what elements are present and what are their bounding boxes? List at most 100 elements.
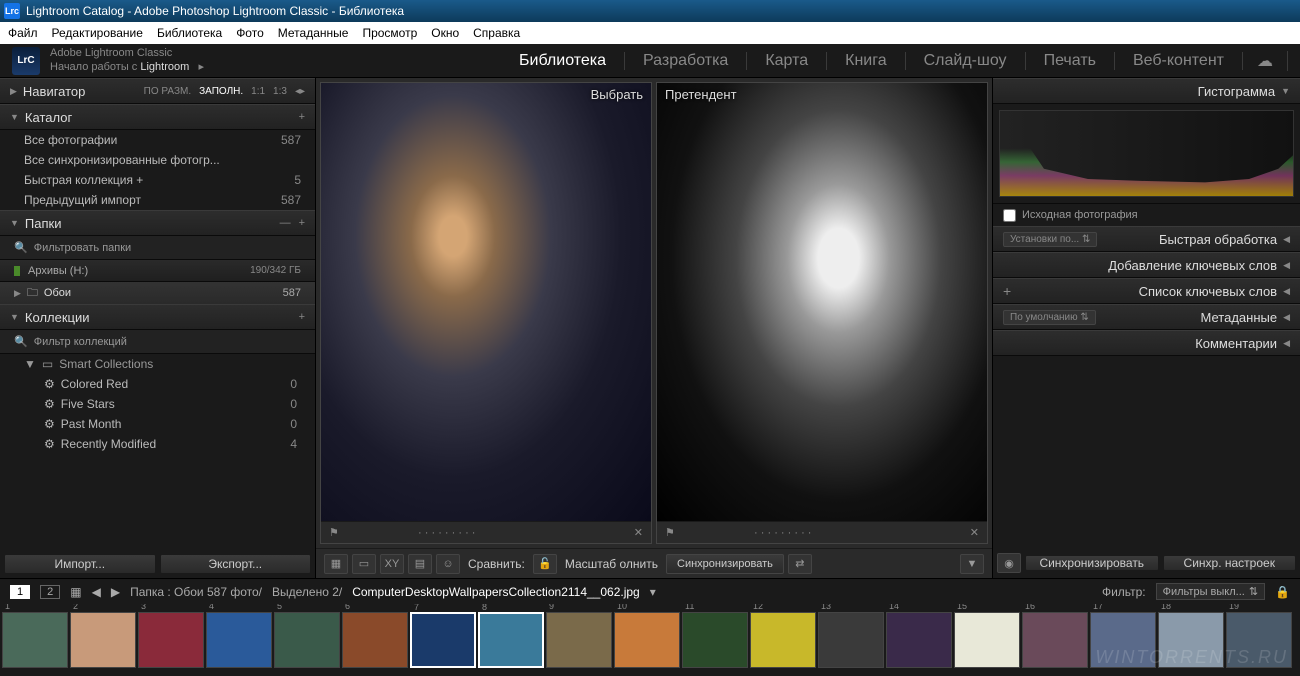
module-picker: Библиотека Разработка Карта Книга Слайд-… (501, 51, 1288, 71)
plus-icon[interactable]: + (299, 311, 305, 323)
filmstrip-thumb[interactable]: 14 (886, 612, 952, 668)
metadata-preset-dropdown[interactable]: По умолчанию ⇅ (1003, 310, 1096, 325)
filmstrip-thumb[interactable]: 6 (342, 612, 408, 668)
module-slideshow[interactable]: Слайд-шоу (906, 52, 1026, 70)
drive-row[interactable]: Архивы (H:)190/342 ГБ (0, 260, 315, 282)
menu-metadata[interactable]: Метаданные (278, 26, 349, 40)
menu-photo[interactable]: Фото (236, 26, 264, 40)
loupe-view-icon[interactable]: ▭ (352, 554, 376, 574)
plus-icon[interactable]: + (1003, 283, 1011, 299)
module-develop[interactable]: Разработка (625, 52, 747, 70)
filmstrip-thumb[interactable]: 5 (274, 612, 340, 668)
candidate-photo-frame[interactable]: Претендент ⚑· · · · · · · · ·✕ (656, 82, 988, 544)
sync-button[interactable]: Синхронизировать (1025, 555, 1159, 571)
toolbar-menu-icon[interactable]: ▼ (960, 554, 984, 574)
gear-icon: ⚙ (44, 377, 55, 391)
menu-library[interactable]: Библиотека (157, 26, 222, 40)
cloud-sync-icon[interactable]: ☁ (1243, 51, 1288, 71)
filmstrip-filename: ComputerDesktopWallpapersCollection2114_… (352, 585, 640, 599)
module-map[interactable]: Карта (747, 52, 827, 70)
catalog-row-quick[interactable]: Быстрая коллекция +5 (0, 170, 315, 190)
monitor-1-badge[interactable]: 1 (10, 585, 30, 599)
filmstrip-thumb[interactable]: 7 (410, 612, 476, 668)
module-library[interactable]: Библиотека (501, 52, 625, 70)
smart-collections-header[interactable]: ▼▭Smart Collections (0, 354, 315, 374)
collection-item[interactable]: ⚙Recently Modified4 (0, 434, 315, 454)
source-photo-checkbox[interactable]: Исходная фотография (993, 204, 1300, 226)
catalog-row-synced[interactable]: Все синхронизированные фотогр... (0, 150, 315, 170)
right-panel: Гистограмма▼ Исходная фотография Установ… (992, 78, 1300, 578)
menu-window[interactable]: Окно (431, 26, 459, 40)
back-icon[interactable]: ◀ (92, 585, 101, 599)
sync-button[interactable]: Синхронизировать (666, 554, 784, 574)
collections-header[interactable]: ▼ Коллекции + (0, 304, 315, 330)
metadata-header[interactable]: По умолчанию ⇅Метаданные◀ (993, 304, 1300, 330)
compare-label: Сравнить: (468, 557, 525, 571)
close-icon[interactable]: ✕ (634, 526, 643, 539)
filmstrip-thumb[interactable]: 12 (750, 612, 816, 668)
menu-file[interactable]: Файл (8, 26, 38, 40)
folders-header[interactable]: ▼ Папки —+ (0, 210, 315, 236)
filter-lock-icon[interactable]: 🔒 (1275, 585, 1290, 599)
swap-icon[interactable]: ⇄ (788, 554, 812, 574)
collection-item[interactable]: ⚙Past Month0 (0, 414, 315, 434)
module-web[interactable]: Веб-контент (1115, 52, 1243, 70)
menu-edit[interactable]: Редактирование (52, 26, 143, 40)
filmstrip-thumb[interactable]: 8 (478, 612, 544, 668)
people-view-icon[interactable]: ☺ (436, 554, 460, 574)
collection-item[interactable]: ⚙Colored Red0 (0, 374, 315, 394)
survey-view-icon[interactable]: ▤ (408, 554, 432, 574)
menu-view[interactable]: Просмотр (362, 26, 417, 40)
compare-view-icon[interactable]: XY (380, 554, 404, 574)
menu-help[interactable]: Справка (473, 26, 520, 40)
comments-header[interactable]: Комментарии◀ (993, 330, 1300, 356)
plus-icon[interactable]: + (299, 217, 305, 229)
navigator-header[interactable]: ▶ Навигатор ПО РАЗМ. ЗАПОЛН. 1:1 1:3 ◂▸ (0, 78, 315, 104)
flag-icon[interactable]: ⚑ (329, 526, 339, 539)
sync-toggle-icon[interactable]: ◉ (997, 553, 1021, 573)
catalog-row-all[interactable]: Все фотографии587 (0, 130, 315, 150)
filmstrip-thumb[interactable]: 15 (954, 612, 1020, 668)
grid-view-icon[interactable]: ▦ (324, 554, 348, 574)
minus-icon[interactable]: — (280, 217, 291, 229)
filmstrip-thumb[interactable]: 2 (70, 612, 136, 668)
filmstrip-thumb[interactable]: 3 (138, 612, 204, 668)
keyword-list-header[interactable]: +Список ключевых слов◀ (993, 278, 1300, 304)
folder-filter-input[interactable]: 🔍Фильтровать папки (0, 236, 315, 260)
filmstrip-thumb[interactable]: 1 (2, 612, 68, 668)
module-book[interactable]: Книга (827, 52, 905, 70)
collection-item[interactable]: ⚙Five Stars0 (0, 394, 315, 414)
filmstrip-thumb[interactable]: 9 (546, 612, 612, 668)
filmstrip-thumb[interactable]: 16 (1022, 612, 1088, 668)
filmstrip-thumb[interactable]: 11 (682, 612, 748, 668)
folder-row[interactable]: ▶🗀Обои587 (0, 282, 315, 304)
catalog-row-prev-import[interactable]: Предыдущий импорт587 (0, 190, 315, 210)
lock-icon[interactable]: 🔓 (533, 554, 557, 574)
forward-icon[interactable]: ▶ (111, 585, 120, 599)
menubar: Файл Редактирование Библиотека Фото Мета… (0, 22, 1300, 44)
import-button[interactable]: Импорт... (4, 554, 156, 574)
sync-settings-button[interactable]: Синхр. настроек (1163, 555, 1297, 571)
close-icon[interactable]: ✕ (970, 526, 979, 539)
collection-filter-input[interactable]: 🔍Фильтр коллекций (0, 330, 315, 354)
filmstrip-thumb[interactable]: 13 (818, 612, 884, 668)
export-button[interactable]: Экспорт... (160, 554, 312, 574)
chevron-down-icon[interactable]: ◂▸ (295, 86, 305, 97)
flag-icon[interactable]: ⚑ (665, 526, 675, 539)
quick-develop-header[interactable]: Установки по... ⇅Быстрая обработка◀ (993, 226, 1300, 252)
identity-plate: LrC Adobe Lightroom Classic Начало работ… (0, 44, 1300, 78)
presets-dropdown[interactable]: Установки по... ⇅ (1003, 232, 1097, 247)
filmstrip-thumb[interactable]: 4 (206, 612, 272, 668)
module-print[interactable]: Печать (1026, 52, 1115, 70)
filter-dropdown[interactable]: Фильтры выкл...⇅ (1156, 583, 1265, 600)
monitor-2-badge[interactable]: 2 (40, 585, 60, 599)
catalog-header[interactable]: ▼ Каталог + (0, 104, 315, 130)
add-keywords-header[interactable]: Добавление ключевых слов◀ (993, 252, 1300, 278)
select-photo-frame[interactable]: Выбрать ⚑· · · · · · · · ·✕ (320, 82, 652, 544)
histogram-header[interactable]: Гистограмма▼ (993, 78, 1300, 104)
filmstrip-thumb[interactable]: 10 (614, 612, 680, 668)
plus-icon[interactable]: + (299, 111, 305, 123)
grid-icon[interactable]: ▦ (70, 585, 81, 599)
dropdown-icon[interactable]: ▾ (650, 585, 656, 599)
filmstrip-selected: Выделено 2/ (272, 585, 342, 599)
